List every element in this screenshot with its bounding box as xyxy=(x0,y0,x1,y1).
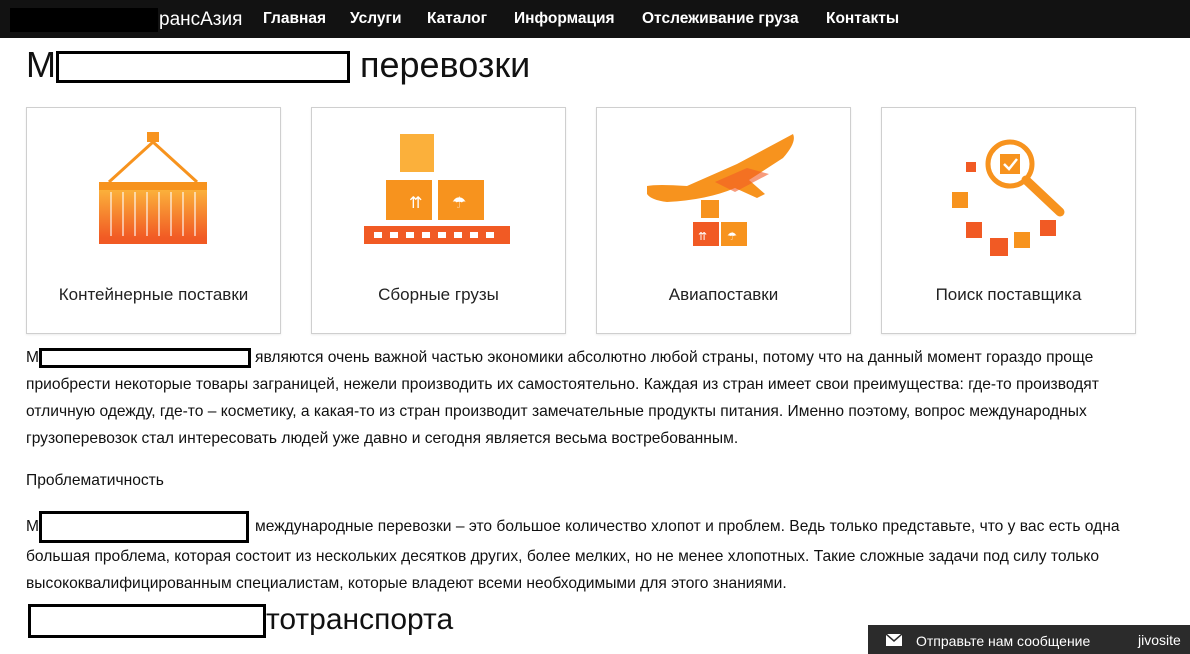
intro-paragraph: Мявляются очень важной частью экономики … xyxy=(26,344,1131,452)
nav-item-contacts[interactable]: Контакты xyxy=(826,10,899,28)
section-subheading: Проблематичность xyxy=(26,472,164,489)
magnifier-icon xyxy=(952,139,1065,256)
page-title-suffix: перевозки xyxy=(360,44,531,85)
card-groupage-cargo[interactable]: ⇈ ☂ Сборные грузы xyxy=(311,107,566,334)
svg-text:⇈: ⇈ xyxy=(409,193,422,212)
nav-item-tracking[interactable]: Отслеживание груза xyxy=(642,10,799,28)
top-navbar: рансАзия Главная Услуги Каталог Информац… xyxy=(0,0,1190,38)
redacted-brand-prefix xyxy=(10,8,158,32)
card-label: Поиск поставщика xyxy=(935,285,1082,304)
section-heading: тотранспорта xyxy=(28,603,454,639)
page-title: Мперевозки xyxy=(26,44,530,86)
redacted-text xyxy=(39,511,249,543)
card-supplier-search[interactable]: Поиск поставщика xyxy=(881,107,1136,334)
chat-brand: jivosite xyxy=(1138,632,1181,648)
svg-text:⇈: ⇈ xyxy=(698,230,707,243)
envelope-icon xyxy=(886,634,902,646)
airplane-icon: ⇈ ☂ xyxy=(647,134,794,246)
nav-item-catalog[interactable]: Каталог xyxy=(427,10,487,28)
card-label: Авиапоставки xyxy=(668,285,779,304)
nav-item-home[interactable]: Главная xyxy=(263,10,326,28)
card-container-shipping[interactable]: Контейнерные поставки xyxy=(26,107,281,334)
svg-text:☂: ☂ xyxy=(452,193,466,212)
card-label: Контейнерные поставки xyxy=(58,285,249,304)
brand-logo[interactable]: рансАзия xyxy=(10,8,242,32)
heading-suffix: тотранспорта xyxy=(266,603,454,636)
container-icon xyxy=(99,132,207,244)
card-label: Сборные грузы xyxy=(378,285,499,304)
chat-widget[interactable]: Отправьте нам сообщение jivosite xyxy=(868,625,1190,654)
brand-suffix: рансАзия xyxy=(159,9,243,30)
nav-item-services[interactable]: Услуги xyxy=(350,10,402,28)
para2-start: М xyxy=(26,518,39,536)
redacted-title xyxy=(56,51,350,84)
page-title-prefix: М xyxy=(26,44,56,85)
svg-text:☂: ☂ xyxy=(727,230,737,243)
boxes-icon: ⇈ ☂ xyxy=(364,134,510,244)
redacted-heading xyxy=(28,604,266,639)
problems-paragraph: Ммеждународные перевозки – это большое к… xyxy=(26,511,1131,597)
para1-start: М xyxy=(26,349,39,366)
nav-item-info[interactable]: Информация xyxy=(514,10,615,28)
redacted-text xyxy=(39,347,251,368)
chat-label: Отправьте нам сообщение xyxy=(916,633,1091,649)
card-air-delivery[interactable]: ⇈ ☂ Авиапоставки xyxy=(596,107,851,334)
